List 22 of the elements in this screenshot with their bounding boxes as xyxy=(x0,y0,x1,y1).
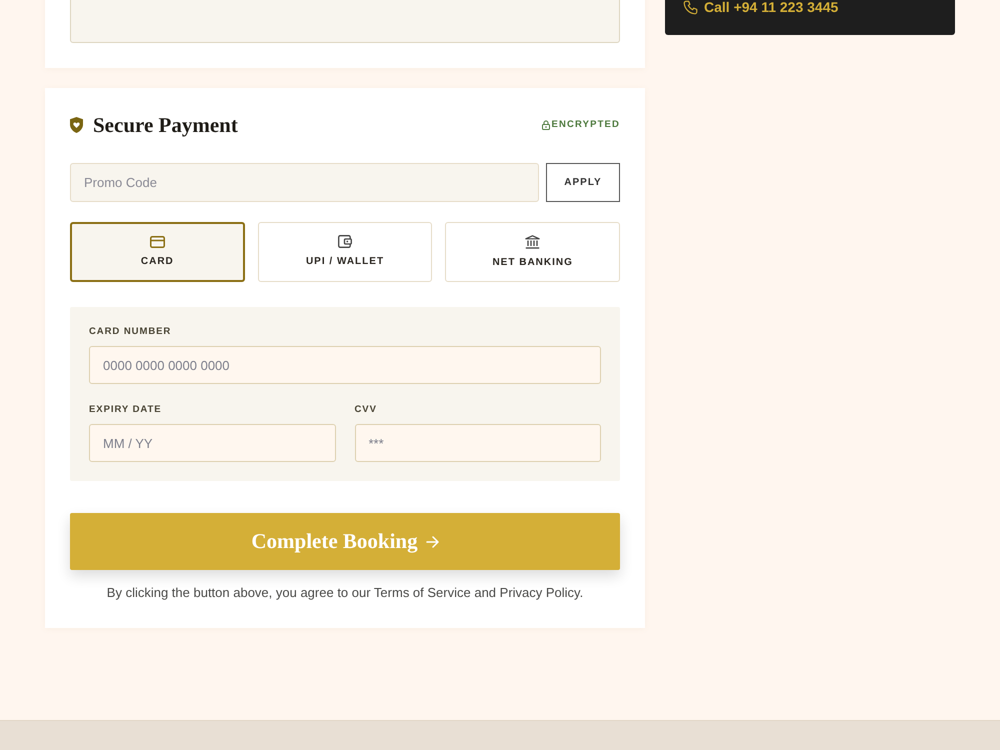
lock-icon xyxy=(542,120,550,130)
phone-icon xyxy=(683,0,698,14)
bank-icon xyxy=(525,234,540,248)
field-label: EXPIRY DATE xyxy=(89,404,163,416)
payment-method-tab[interactable]: CARD xyxy=(70,222,245,282)
wallet-icon xyxy=(338,235,352,248)
section-title: Secure Payment xyxy=(93,112,238,138)
text-input-field[interactable]: MM / YY xyxy=(89,424,336,462)
text-input-field[interactable]: *** xyxy=(354,424,601,462)
payment-method-tab[interactable]: UPI / WALLET xyxy=(258,222,432,282)
phone-link[interactable]: Call +94 11 223 3445 xyxy=(704,0,838,17)
field-label: CARD NUMBER xyxy=(89,326,172,338)
shield-icon xyxy=(70,117,83,133)
payment-method-tab[interactable]: NET BANKING xyxy=(445,222,620,282)
terms-text: By clicking the button above, you agree to our Terms of Service and Privacy Policy. xyxy=(106,584,584,602)
arrow-right-icon xyxy=(426,536,439,548)
field-label: CVV xyxy=(354,404,378,416)
credit-card-icon xyxy=(150,236,165,248)
text-input-field[interactable]: 0000 0000 0000 0000 xyxy=(89,346,601,384)
encrypted-label: ENCRYPTED xyxy=(552,118,620,132)
apply-button[interactable]: APPLY xyxy=(546,163,620,202)
promo-code-field[interactable]: Promo Code xyxy=(70,163,539,202)
